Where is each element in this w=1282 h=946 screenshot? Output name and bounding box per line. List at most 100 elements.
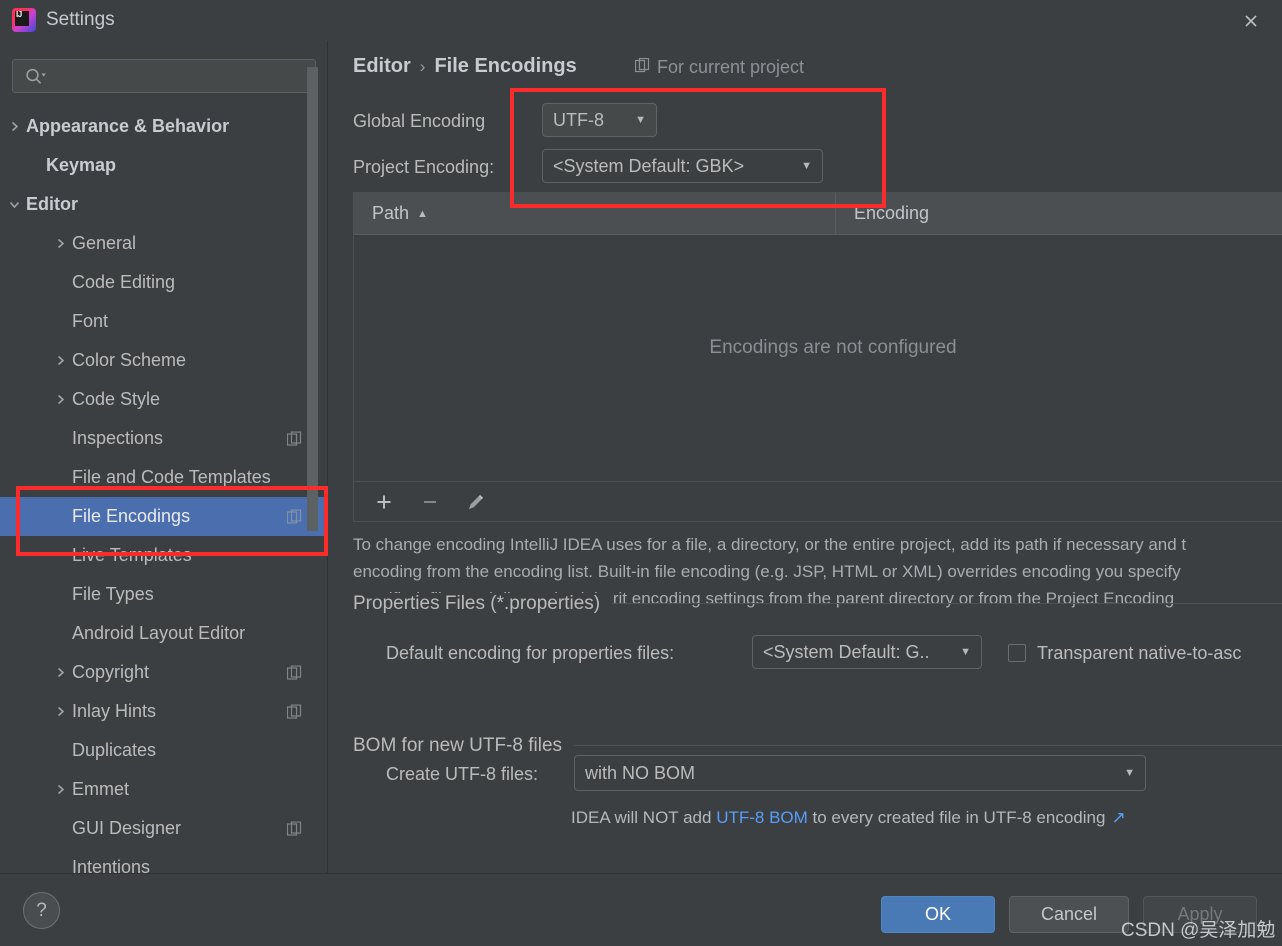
sidebar-item-inlay-hints[interactable]: Inlay Hints bbox=[0, 692, 327, 731]
bom-group-header: BOM for new UTF-8 files bbox=[353, 734, 1282, 757]
edit-pencil-icon[interactable] bbox=[464, 490, 488, 514]
column-header-path[interactable]: Path ▲ bbox=[354, 193, 836, 234]
sidebar-item-label: Inlay Hints bbox=[72, 701, 157, 721]
sidebar-item-file-types[interactable]: File Types bbox=[0, 575, 327, 614]
add-icon[interactable] bbox=[372, 490, 396, 514]
bom-hint-suffix: to every created file in UTF-8 encoding bbox=[807, 808, 1106, 827]
sidebar-item-label: Android Layout Editor bbox=[72, 623, 246, 643]
sidebar-item-color-scheme[interactable]: Color Scheme bbox=[0, 341, 327, 380]
remove-icon[interactable] bbox=[418, 490, 442, 514]
column-header-encoding-label: Encoding bbox=[854, 203, 930, 223]
table-header-row: Path ▲ Encoding bbox=[354, 193, 1282, 235]
breadcrumb-parent[interactable]: Editor bbox=[353, 55, 411, 78]
window-title: Settings bbox=[46, 9, 115, 30]
sidebar-item-general[interactable]: General bbox=[0, 224, 327, 263]
copy-scope-icon bbox=[634, 57, 650, 78]
sidebar-item-android-layout-editor[interactable]: Android Layout Editor bbox=[0, 614, 327, 653]
sort-ascending-icon: ▲ bbox=[417, 207, 428, 220]
chevron-down-icon: ▼ bbox=[635, 114, 646, 126]
project-encoding-label: Project Encoding: bbox=[353, 157, 495, 177]
create-utf8-files-select[interactable]: with NO BOM ▼ bbox=[574, 755, 1146, 791]
settings-sidebar: Appearance & Behavior Keymap Editor General… bbox=[0, 41, 328, 873]
chevron-down-icon: ▼ bbox=[960, 646, 971, 658]
column-header-encoding[interactable]: Encoding bbox=[836, 203, 929, 224]
sidebar-item-inspections[interactable]: Inspections bbox=[0, 419, 327, 458]
sidebar-item-label: GUI Designer bbox=[72, 818, 182, 838]
sidebar-item-label: General bbox=[72, 233, 137, 253]
title-bar: Settings bbox=[0, 0, 1282, 41]
sidebar-item-editor[interactable]: Editor bbox=[0, 185, 327, 224]
sidebar-item-appearance-behavior[interactable]: Appearance & Behavior bbox=[0, 107, 327, 146]
project-encoding-select[interactable]: <System Default: GBK> ▼ bbox=[542, 149, 823, 183]
description-line: To change encoding IntelliJ IDEA uses fo… bbox=[353, 535, 1187, 554]
column-header-path-label: Path bbox=[372, 203, 410, 223]
sidebar-item-label: Live Templates bbox=[72, 545, 192, 565]
breadcrumb: Editor › File Encodings bbox=[353, 55, 577, 78]
sidebar-item-duplicates[interactable]: Duplicates bbox=[0, 731, 327, 770]
sidebar-item-label: Appearance & Behavior bbox=[26, 116, 230, 136]
sidebar-item-label: Code Style bbox=[72, 389, 161, 409]
sidebar-item-label: Emmet bbox=[72, 779, 130, 799]
sidebar-item-label: File and Code Templates bbox=[72, 467, 271, 487]
sidebar-item-label: Duplicates bbox=[72, 740, 157, 760]
sidebar-item-copyright[interactable]: Copyright bbox=[0, 653, 327, 692]
cancel-button[interactable]: Cancel bbox=[1009, 896, 1129, 933]
properties-default-encoding-select[interactable]: <System Default: G.. ▼ bbox=[752, 635, 982, 669]
sidebar-item-font[interactable]: Font bbox=[0, 302, 327, 341]
chevron-right-icon[interactable] bbox=[52, 665, 68, 681]
ok-button[interactable]: OK bbox=[881, 896, 995, 933]
sidebar-item-live-templates[interactable]: Live Templates bbox=[0, 536, 327, 575]
external-link-icon[interactable]: ↗ bbox=[1111, 808, 1125, 827]
sidebar-item-code-editing[interactable]: Code Editing bbox=[0, 263, 327, 302]
sidebar-item-file-and-code-templates[interactable]: File and Code Templates bbox=[0, 458, 327, 497]
chevron-right-icon[interactable] bbox=[52, 704, 68, 720]
transparent-native-to-ascii-label: Transparent native-to-asc bbox=[1037, 643, 1242, 663]
description-line: encoding from the encoding list. Built-i… bbox=[353, 562, 1181, 581]
chevron-right-icon[interactable] bbox=[52, 782, 68, 798]
global-encoding-label: Global Encoding bbox=[353, 111, 486, 131]
bom-hint: IDEA will NOT add UTF-8 BOM to every cre… bbox=[571, 808, 1126, 828]
group-divider bbox=[574, 745, 1282, 746]
help-button[interactable]: ? bbox=[23, 892, 60, 929]
close-icon[interactable] bbox=[1238, 8, 1264, 34]
for-current-project-label: For current project bbox=[657, 57, 805, 77]
bom-group-title: BOM for new UTF-8 files bbox=[353, 734, 575, 757]
chevron-right-icon[interactable] bbox=[52, 353, 68, 369]
create-utf8-files-value: with NO BOM bbox=[585, 762, 696, 783]
search-input[interactable] bbox=[12, 59, 316, 93]
chevron-down-icon: ▼ bbox=[1124, 767, 1135, 779]
sidebar-item-label: Color Scheme bbox=[72, 350, 187, 370]
for-current-project-indicator: For current project bbox=[634, 57, 805, 78]
properties-default-encoding-label: Default encoding for properties files: bbox=[386, 643, 675, 663]
transparent-native-to-ascii-checkbox[interactable] bbox=[1008, 644, 1026, 662]
properties-files-group-title: Properties Files (*.properties) bbox=[353, 592, 613, 615]
chevron-right-icon[interactable] bbox=[52, 392, 68, 408]
project-encoding-value: <System Default: GBK> bbox=[553, 155, 745, 176]
sidebar-item-label: Intentions bbox=[72, 857, 151, 873]
chevron-down-icon: ▼ bbox=[801, 160, 812, 172]
properties-files-group-header: Properties Files (*.properties) bbox=[353, 592, 1282, 615]
sidebar-item-emmet[interactable]: Emmet bbox=[0, 770, 327, 809]
sidebar-item-label: Keymap bbox=[46, 155, 117, 175]
sidebar-item-intentions[interactable]: Intentions bbox=[0, 848, 327, 873]
watermark: CSDN @吴泽加勉 bbox=[1121, 920, 1276, 941]
global-encoding-select[interactable]: UTF-8 ▼ bbox=[542, 103, 657, 137]
settings-tree: Appearance & Behavior Keymap Editor General… bbox=[0, 107, 327, 873]
encodings-table: Path ▲ Encoding Encodings are not config… bbox=[353, 192, 1282, 482]
sidebar-item-label: Code Editing bbox=[72, 272, 176, 292]
sidebar-item-keymap[interactable]: Keymap bbox=[0, 146, 327, 185]
sidebar-item-label: Font bbox=[72, 311, 109, 331]
create-utf8-files-label: Create UTF-8 files: bbox=[386, 764, 539, 784]
chevron-down-icon[interactable] bbox=[6, 197, 22, 213]
sidebar-item-gui-designer[interactable]: GUI Designer bbox=[0, 809, 327, 848]
sidebar-item-label: Editor bbox=[26, 194, 78, 214]
sidebar-item-code-style[interactable]: Code Style bbox=[0, 380, 327, 419]
chevron-right-icon[interactable] bbox=[6, 119, 22, 135]
settings-content-pane: Editor › File Encodings For current proj… bbox=[329, 41, 1282, 873]
sidebar-item-file-encodings[interactable]: File Encodings bbox=[0, 497, 327, 536]
sidebar-scrollbar[interactable] bbox=[307, 67, 318, 531]
chevron-right-icon[interactable] bbox=[52, 236, 68, 252]
sidebar-item-label: Inspections bbox=[72, 428, 164, 448]
dialog-footer: ? OK Cancel Apply bbox=[0, 873, 1282, 946]
utf8-bom-link[interactable]: UTF-8 BOM bbox=[716, 808, 808, 827]
